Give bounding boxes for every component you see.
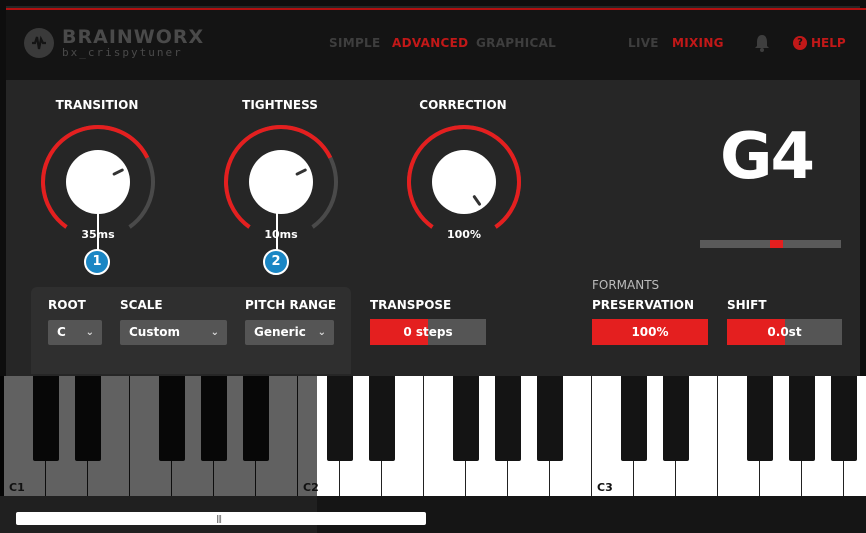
scale-select[interactable]: Custom ⌄: [120, 320, 227, 345]
root-select[interactable]: C ⌄: [48, 320, 102, 345]
transition-value: 35ms: [81, 228, 115, 241]
scale-label: SCALE: [120, 298, 163, 312]
formants-title: FORMANTS: [592, 278, 660, 292]
shift-slider[interactable]: 0.0st: [727, 319, 842, 345]
help-button[interactable]: ? HELP: [793, 36, 846, 50]
tightness-value: 10ms: [264, 228, 298, 241]
scale-value: Custom: [129, 325, 180, 339]
keyboard-scrollbar[interactable]: |||: [0, 496, 866, 533]
tab-advanced[interactable]: ADVANCED: [392, 36, 468, 50]
black-key[interactable]: [621, 376, 647, 461]
root-value: C: [57, 325, 66, 339]
detected-note: G4: [720, 120, 815, 194]
transpose-slider[interactable]: 0 steps: [370, 319, 486, 345]
chevron-down-icon: ⌄: [317, 327, 326, 338]
chevron-down-icon: ⌄: [85, 327, 94, 338]
tightness-label: TIGHTNESS: [242, 98, 318, 112]
black-key[interactable]: [747, 376, 773, 461]
tab-mixing[interactable]: MIXING: [672, 36, 724, 50]
tuning-marker: [770, 240, 783, 248]
knob-cap: [249, 150, 313, 214]
tab-graphical[interactable]: GRAPHICAL: [476, 36, 556, 50]
black-key[interactable]: [789, 376, 815, 461]
transition-label: TRANSITION: [55, 98, 139, 112]
help-label: HELP: [811, 36, 846, 50]
octave-label: C3: [597, 481, 613, 494]
preservation-value: 100%: [631, 325, 669, 339]
pitch-range-label: PITCH RANGE: [245, 298, 337, 312]
bell-icon[interactable]: [754, 34, 770, 56]
shift-value: 0.0st: [767, 325, 802, 339]
callout-badge-2: 2: [263, 249, 289, 275]
black-key[interactable]: [495, 376, 521, 461]
brand-name: BRAINWORX: [62, 26, 205, 48]
transpose-value: 0 steps: [403, 325, 453, 339]
knob-cap: [432, 150, 496, 214]
root-label: ROOT: [48, 298, 86, 312]
pitch-range-value: Generic: [254, 325, 306, 339]
grip-icon: |||: [216, 514, 222, 523]
help-icon: ?: [793, 36, 807, 50]
black-key[interactable]: [537, 376, 563, 461]
chevron-down-icon: ⌄: [210, 327, 219, 338]
callout-badge-1: 1: [84, 249, 110, 275]
black-key[interactable]: [453, 376, 479, 461]
black-key[interactable]: [327, 376, 353, 461]
preservation-label: PRESERVATION: [592, 298, 695, 312]
pitch-range-select[interactable]: Generic ⌄: [245, 320, 334, 345]
black-key[interactable]: [369, 376, 395, 461]
header-bar: BRAINWORX bx_crispytuner SIMPLE ADVANCED…: [6, 8, 866, 80]
plugin-window: BRAINWORX bx_crispytuner SIMPLE ADVANCED…: [0, 0, 866, 533]
tab-live[interactable]: LIVE: [628, 36, 659, 50]
scrollbar-thumb[interactable]: |||: [16, 512, 426, 525]
octave-label: C1: [9, 481, 25, 494]
transpose-label: TRANSPOSE: [370, 298, 452, 312]
black-key[interactable]: [663, 376, 689, 461]
black-key[interactable]: [831, 376, 857, 461]
tab-simple[interactable]: SIMPLE: [329, 36, 381, 50]
tuning-meter: [700, 240, 841, 248]
out-of-range-shade: [0, 376, 317, 496]
logo-icon: [24, 27, 54, 58]
piano-keyboard[interactable]: C1 C2 C3: [0, 376, 866, 496]
octave-label: C2: [303, 481, 319, 494]
shift-label: SHIFT: [727, 298, 767, 312]
correction-value: 100%: [447, 228, 481, 241]
knob-cap: [66, 150, 130, 214]
brand-logo: BRAINWORX bx_crispytuner: [24, 26, 204, 59]
preservation-slider[interactable]: 100%: [592, 319, 708, 345]
correction-label: CORRECTION: [419, 98, 507, 112]
